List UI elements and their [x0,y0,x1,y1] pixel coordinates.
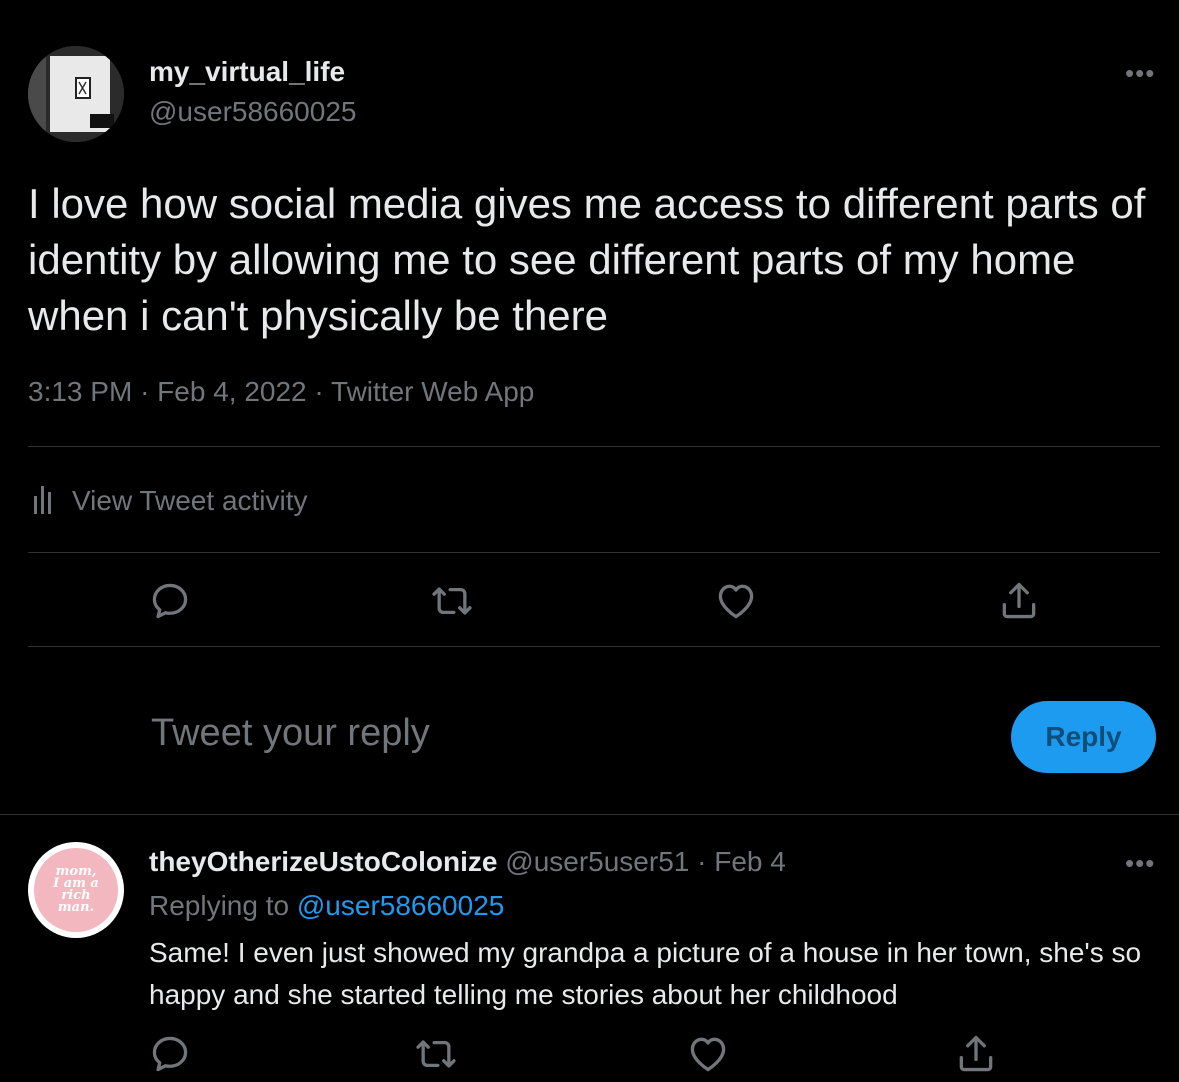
author-handle[interactable]: @user58660025 [149,96,356,128]
reply-like-button[interactable] [684,1030,732,1078]
like-icon [718,584,754,619]
meta-separator: · [314,376,324,407]
retweet-button[interactable] [428,577,476,625]
view-tweet-activity-label: View Tweet activity [72,485,308,516]
reply-date[interactable]: Feb 4 [714,846,786,877]
divider [28,646,1160,647]
reply-icon [152,1036,188,1072]
retweet-icon [416,1040,456,1068]
reply-icon [152,583,188,619]
reply-reply-button[interactable] [146,1030,194,1078]
meta-separator: · [697,846,707,877]
replying-to-label: Replying to [149,890,290,921]
author-avatar[interactable] [28,46,124,142]
reply-button[interactable] [146,577,194,625]
tweet-source[interactable]: Twitter Web App [331,376,534,407]
reply-header: theyOtherizeUstoColonize @user5user51 · … [149,846,786,878]
reply-author-avatar[interactable]: mom, I am a rich man. [28,842,124,938]
section-divider [0,814,1179,815]
reply-text: Same! I even just showed my grandpa a pi… [149,937,1142,1010]
more-options-icon[interactable]: ••• [1125,60,1155,86]
reply-share-button[interactable] [952,1030,1000,1078]
tweet-text: I love how social media gives me access … [28,180,1146,339]
tweet-date[interactable]: Feb 4, 2022 [157,376,306,407]
view-tweet-activity-link[interactable]: View Tweet activity [28,480,308,522]
share-icon [1002,582,1036,619]
reply-handle[interactable]: @user5user51 [505,846,689,877]
reply-input[interactable]: Tweet your reply [151,712,430,755]
divider [28,552,1160,553]
reply-more-options-icon[interactable]: ••• [1125,850,1155,876]
divider [28,446,1160,447]
avatar-text-line: man. [57,900,95,915]
reply-retweet-button[interactable] [412,1030,460,1078]
reply-submit-button[interactable]: Reply [1011,701,1156,773]
meta-separator: · [140,376,150,407]
tweet-meta: 3:13 PM · Feb 4, 2022 · Twitter Web App [28,376,534,408]
share-icon [959,1035,993,1072]
bar-chart-icon [28,482,56,521]
reply-display-name[interactable]: theyOtherizeUstoColonize [149,846,497,877]
share-button[interactable] [995,577,1043,625]
like-icon [690,1037,726,1072]
avatar-image: mom, I am a rich man. [34,848,118,932]
tweet-time[interactable]: 3:13 PM [28,376,132,407]
replying-to-handle-link[interactable]: @user58660025 [297,890,504,921]
author-display-name[interactable]: my_virtual_life [149,56,345,88]
retweet-icon [432,587,472,615]
avatar-image [28,46,124,142]
replying-to: Replying to @user58660025 [149,890,504,922]
like-button[interactable] [712,577,760,625]
